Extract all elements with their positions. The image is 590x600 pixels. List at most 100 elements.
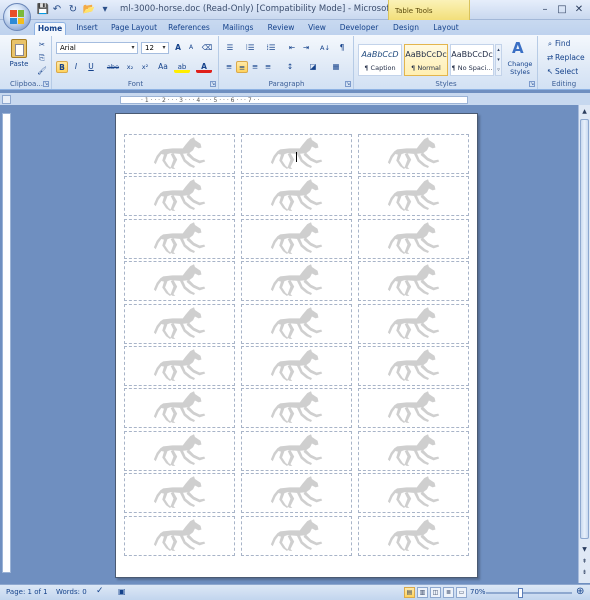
label-cell[interactable] xyxy=(358,261,469,302)
label-cell[interactable] xyxy=(241,303,352,344)
line-spacing-button[interactable]: ↕ xyxy=(283,61,297,73)
chevron-down-icon[interactable]: ▾ xyxy=(160,43,168,53)
format-painter-icon[interactable]: 🖌 xyxy=(36,65,48,77)
tab-layout[interactable]: Layout xyxy=(428,22,464,35)
subscript-button[interactable]: x₂ xyxy=(123,61,137,73)
save-icon[interactable]: 💾 xyxy=(36,4,50,16)
align-center-button[interactable]: ≡ xyxy=(236,61,248,73)
outline-view-icon[interactable]: ≣ xyxy=(443,587,454,598)
ruler-strip[interactable]: · 1 · · · 2 · · · 3 · · · 4 · · · 5 · · … xyxy=(120,96,468,104)
paragraph-launcher-icon[interactable]: ↘ xyxy=(345,81,351,87)
label-cell[interactable] xyxy=(124,388,235,429)
zoom-slider[interactable] xyxy=(486,592,572,594)
label-cell[interactable] xyxy=(241,388,352,429)
strikethrough-button[interactable]: abe xyxy=(105,61,121,73)
next-page-icon[interactable]: ⇟ xyxy=(580,568,589,578)
font-launcher-icon[interactable]: ↘ xyxy=(210,81,216,87)
label-cell[interactable] xyxy=(124,218,235,259)
label-cell[interactable] xyxy=(124,176,235,217)
label-cell[interactable] xyxy=(124,134,235,174)
grow-font-button[interactable]: A xyxy=(172,42,184,54)
replace-button[interactable]: ⇄ Replace xyxy=(545,52,585,64)
font-color-button[interactable]: A xyxy=(196,61,212,73)
numbering-button[interactable]: ⁝☰ xyxy=(242,42,258,54)
label-cell[interactable] xyxy=(241,218,352,259)
label-cell[interactable] xyxy=(124,261,235,302)
label-cell[interactable] xyxy=(124,515,235,556)
label-cell[interactable] xyxy=(358,218,469,259)
open-icon[interactable]: 📂 xyxy=(82,4,96,16)
draft-view-icon[interactable]: ▭ xyxy=(456,587,467,598)
font-size-box[interactable]: 12 ▾ xyxy=(141,42,169,54)
scroll-down-icon[interactable]: ▼ xyxy=(580,545,589,555)
copy-icon[interactable]: ⎘ xyxy=(36,52,48,64)
label-cell[interactable] xyxy=(124,303,235,344)
scroll-up-icon[interactable]: ▲ xyxy=(580,107,589,117)
vertical-scrollbar[interactable]: ▲ ▼ ⇞ ⇟ xyxy=(578,105,590,583)
zoom-in-icon[interactable]: ⊕ xyxy=(576,586,584,597)
align-left-button[interactable]: ≡ xyxy=(223,61,235,73)
italic-button[interactable]: I xyxy=(70,61,82,73)
close-button[interactable]: ✕ xyxy=(572,3,586,17)
shrink-font-button[interactable]: A xyxy=(185,42,197,54)
office-button[interactable] xyxy=(3,3,31,31)
tab-review[interactable]: Review xyxy=(264,22,298,35)
tab-page-layout[interactable]: Page Layout xyxy=(108,22,160,35)
tab-developer[interactable]: Developer xyxy=(336,22,382,35)
full-screen-reading-icon[interactable]: ▥ xyxy=(417,587,428,598)
align-right-button[interactable]: ≡ xyxy=(249,61,261,73)
macro-icon[interactable]: ▣ xyxy=(118,587,126,596)
customize-qat-icon[interactable]: ▾ xyxy=(98,4,112,16)
decrease-indent-button[interactable]: ⇤ xyxy=(286,42,298,54)
sort-button[interactable]: A↓ xyxy=(318,42,332,54)
minimize-button[interactable]: – xyxy=(538,3,552,17)
styles-launcher-icon[interactable]: ↘ xyxy=(529,81,535,87)
chevron-down-icon[interactable]: ▾ xyxy=(129,43,137,53)
redo-icon[interactable]: ↻ xyxy=(66,4,80,16)
zoom-level[interactable]: 70% xyxy=(470,588,486,596)
label-cell[interactable] xyxy=(358,134,469,174)
clipboard-launcher-icon[interactable]: ↘ xyxy=(43,81,49,87)
label-cell[interactable] xyxy=(358,303,469,344)
tab-insert[interactable]: Insert xyxy=(72,22,102,35)
bullets-button[interactable]: ☰ xyxy=(223,42,237,54)
increase-indent-button[interactable]: ⇥ xyxy=(300,42,312,54)
label-cell[interactable] xyxy=(241,261,352,302)
select-button[interactable]: ↖ Select xyxy=(545,66,578,78)
label-cell[interactable] xyxy=(241,473,352,514)
label-cell[interactable] xyxy=(358,388,469,429)
label-cell[interactable] xyxy=(124,346,235,386)
proofing-icon[interactable]: ✓ xyxy=(96,586,104,596)
undo-icon[interactable]: ↶ xyxy=(50,4,64,16)
scroll-thumb[interactable] xyxy=(580,119,589,539)
multilevel-list-button[interactable]: ⁞☰ xyxy=(263,42,279,54)
tab-home[interactable]: Home xyxy=(34,22,66,35)
horizontal-ruler[interactable]: · 1 · · · 2 · · · 3 · · · 4 · · · 5 · · … xyxy=(0,93,590,105)
label-cell[interactable] xyxy=(124,473,235,514)
change-styles-button[interactable]: A Change Styles xyxy=(505,38,535,78)
change-case-button[interactable]: Aa xyxy=(155,61,171,73)
tab-design[interactable]: Design xyxy=(388,22,424,35)
underline-button[interactable]: U xyxy=(84,61,98,73)
maximize-button[interactable]: □ xyxy=(555,3,569,17)
find-button[interactable]: ⌕ Find xyxy=(545,38,570,50)
label-cell[interactable] xyxy=(241,515,352,556)
label-cell[interactable] xyxy=(241,430,352,471)
superscript-button[interactable]: x² xyxy=(138,61,152,73)
label-cell[interactable] xyxy=(241,176,352,217)
show-marks-button[interactable]: ¶ xyxy=(336,42,348,54)
previous-page-icon[interactable]: ⇞ xyxy=(580,557,589,567)
tab-view[interactable]: View xyxy=(304,22,330,35)
font-name-box[interactable]: Arial ▾ xyxy=(56,42,138,54)
label-cell[interactable] xyxy=(358,430,469,471)
style-normal[interactable]: AaBbCcDc ¶ Normal xyxy=(404,44,448,76)
bold-button[interactable]: B xyxy=(56,61,68,73)
borders-button[interactable]: ▦ xyxy=(328,61,344,73)
label-cell[interactable] xyxy=(241,346,352,386)
word-count[interactable]: Words: 0 xyxy=(56,588,87,596)
style-no-spacing[interactable]: AaBbCcDc ¶ No Spaci... xyxy=(450,44,494,76)
styles-gallery-scroll[interactable]: ▴ ▾ ▿ xyxy=(495,44,502,76)
label-cell[interactable] xyxy=(358,176,469,217)
tab-selector[interactable] xyxy=(2,95,11,104)
shading-button[interactable]: ◪ xyxy=(305,61,321,73)
